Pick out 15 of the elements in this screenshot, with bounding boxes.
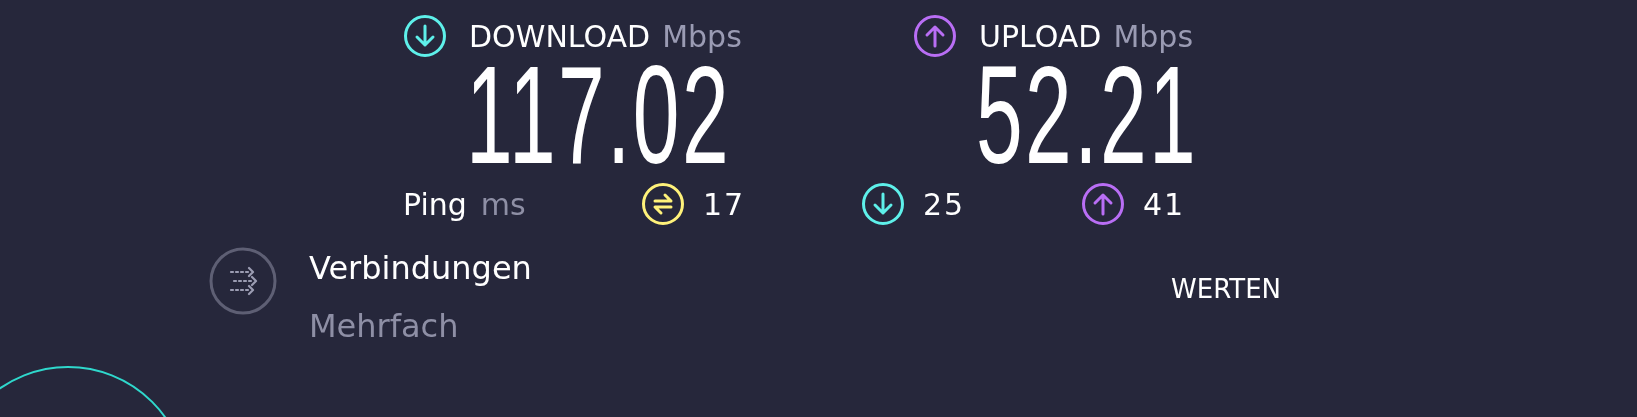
ping-label: Ping (403, 186, 467, 222)
ping-value: 17 (703, 186, 746, 222)
ping-value: 25 (923, 186, 966, 222)
result-label: UPLOAD (979, 18, 1102, 54)
connections-title: Verbindungen (309, 248, 533, 289)
speed-value: 117.02 (466, 60, 732, 170)
unit-label: Mbps (662, 18, 742, 54)
connections-icon (209, 247, 277, 315)
connections-value: Mehrfach (309, 306, 460, 346)
unit-label: ms (480, 186, 526, 222)
speed-value: 52.21 (976, 60, 1199, 170)
rate-button[interactable]: WERTEN (1171, 270, 1282, 308)
ping-value: 41 (1143, 186, 1186, 222)
unit-label: Mbps (1113, 18, 1193, 54)
result-label: DOWNLOAD (469, 18, 651, 54)
